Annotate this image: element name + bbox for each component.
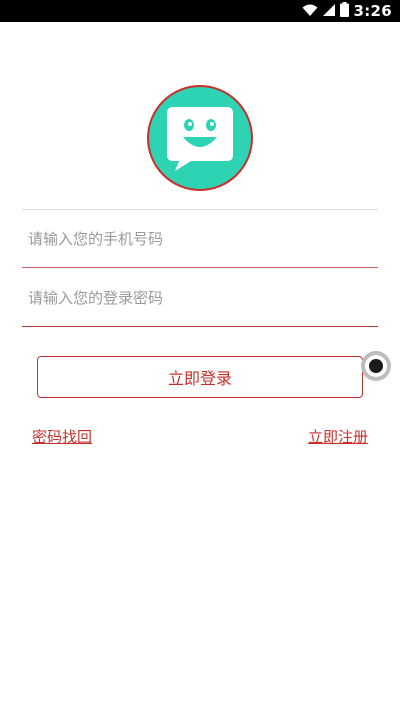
smiley-chat-bubble-icon bbox=[167, 107, 233, 171]
wifi-icon bbox=[302, 2, 318, 21]
app-logo bbox=[147, 85, 253, 191]
forgot-password-link[interactable]: 密码找回 bbox=[32, 426, 92, 447]
password-field-row bbox=[22, 269, 378, 327]
status-time: 3:26 bbox=[353, 2, 392, 20]
record-dot bbox=[369, 359, 383, 373]
phone-input[interactable] bbox=[22, 210, 378, 267]
status-bar: 3:26 bbox=[0, 0, 400, 22]
password-input[interactable] bbox=[22, 269, 378, 326]
signal-icon bbox=[322, 2, 336, 21]
phone-field-row bbox=[22, 210, 378, 268]
record-icon bbox=[365, 355, 387, 377]
battery-icon bbox=[340, 1, 350, 21]
login-button[interactable]: 立即登录 bbox=[37, 356, 363, 398]
status-icons: 3:26 bbox=[302, 1, 392, 21]
register-link[interactable]: 立即注册 bbox=[308, 426, 368, 447]
floating-assist-button[interactable] bbox=[361, 351, 391, 381]
